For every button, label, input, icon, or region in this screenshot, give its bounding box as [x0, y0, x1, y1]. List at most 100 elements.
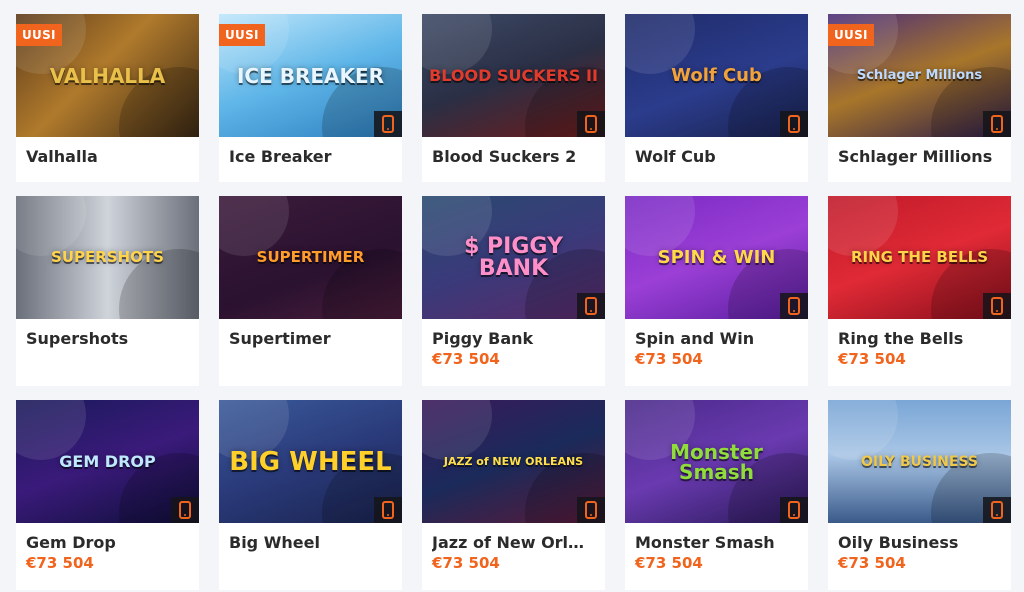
thumbnail-decoration [16, 400, 86, 460]
game-title[interactable]: Oily Business [838, 533, 1001, 552]
mobile-icon [780, 111, 808, 137]
grid-cell: SPIN & WIN Spin and Win €73 504 [625, 196, 808, 386]
game-thumbnail[interactable]: Wolf Cub [625, 14, 808, 137]
game-thumbnail[interactable]: RING THE BELLS [828, 196, 1011, 319]
game-thumbnail[interactable]: Schlager Millions UUSI [828, 14, 1011, 137]
thumbnail-decoration [828, 400, 898, 460]
game-logo: ICE BREAKER [236, 63, 385, 88]
game-card[interactable]: RING THE BELLS Ring the Bells €73 504 [828, 196, 1011, 386]
game-card[interactable]: GEM DROP Gem Drop €73 504 [16, 400, 199, 590]
grid-cell: Schlager Millions UUSI Schlager Millions [828, 14, 1011, 182]
game-thumbnail[interactable]: BIG WHEEL [219, 400, 402, 523]
game-logo: Monster Smash [670, 439, 763, 484]
game-info: Gem Drop €73 504 [16, 523, 199, 572]
game-card[interactable]: ICE BREAKER UUSI Ice Breaker [219, 14, 402, 182]
grid-cell: SUPERTIMER Supertimer [219, 196, 402, 386]
game-thumbnail[interactable]: $ PIGGY BANK [422, 196, 605, 319]
game-thumbnail[interactable]: BLOOD SUCKERS II [422, 14, 605, 137]
game-info: Ring the Bells €73 504 [828, 319, 1011, 368]
mobile-icon [780, 497, 808, 523]
jackpot-amount: €73 504 [635, 554, 703, 572]
game-card[interactable]: SPIN & WIN Spin and Win €73 504 [625, 196, 808, 386]
game-thumbnail[interactable]: SUPERTIMER [219, 196, 402, 319]
grid-cell: BLOOD SUCKERS II Blood Suckers 2 [422, 14, 605, 182]
game-info: Wolf Cub [625, 137, 808, 166]
game-title[interactable]: Piggy Bank [432, 329, 595, 348]
game-title[interactable]: Supershots [26, 329, 189, 348]
game-thumbnail[interactable]: SPIN & WIN [625, 196, 808, 319]
game-logo: BIG WHEEL [229, 446, 392, 477]
game-title[interactable]: Ring the Bells [838, 329, 1001, 348]
game-title[interactable]: Big Wheel [229, 533, 392, 552]
game-card[interactable]: SUPERTIMER Supertimer [219, 196, 402, 386]
game-title[interactable]: Spin and Win [635, 329, 798, 348]
thumbnail-decoration [828, 196, 898, 256]
thumbnail-decoration [422, 14, 492, 74]
game-title[interactable]: Blood Suckers 2 [432, 147, 595, 166]
grid-cell: Monster Smash Monster Smash €73 504 [625, 400, 808, 590]
game-card[interactable]: Schlager Millions UUSI Schlager Millions [828, 14, 1011, 182]
game-title[interactable]: Wolf Cub [635, 147, 798, 166]
game-info: Ice Breaker [219, 137, 402, 166]
game-logo: SUPERTIMER [256, 248, 365, 266]
game-title[interactable]: Jazz of New Orl… [432, 533, 595, 552]
grid-cell: Wolf Cub Wolf Cub [625, 14, 808, 182]
game-card[interactable]: BIG WHEEL Big Wheel [219, 400, 402, 590]
game-logo: JAZZ of NEW ORLEANS [443, 455, 584, 468]
game-logo: VALHALLA [49, 63, 166, 88]
mobile-icon [577, 497, 605, 523]
game-info: Blood Suckers 2 [422, 137, 605, 166]
jackpot-amount: €73 504 [432, 350, 500, 368]
game-thumbnail[interactable]: ICE BREAKER UUSI [219, 14, 402, 137]
mobile-icon [374, 497, 402, 523]
game-logo: Schlager Millions [856, 68, 983, 83]
game-grid: VALHALLA UUSI Valhalla ICE BREAKER UUSI Ice B… [16, 14, 1011, 590]
game-card[interactable]: VALHALLA UUSI Valhalla [16, 14, 199, 182]
jackpot-amount: €73 504 [432, 554, 500, 572]
game-card[interactable]: JAZZ of NEW ORLEANS Jazz of New Orl… €73 5… [422, 400, 605, 590]
game-card[interactable]: OILY BUSINESS Oily Business €73 504 [828, 400, 1011, 590]
game-info: Schlager Millions [828, 137, 1011, 166]
game-logo: GEM DROP [59, 451, 156, 471]
game-card[interactable]: $ PIGGY BANK Piggy Bank €73 504 [422, 196, 605, 386]
jackpot-amount: €73 504 [635, 350, 703, 368]
game-info: Jazz of New Orl… €73 504 [422, 523, 605, 572]
game-info: Supershots [16, 319, 199, 348]
game-card[interactable]: Monster Smash Monster Smash €73 504 [625, 400, 808, 590]
game-logo: SUPERSHOTS [51, 248, 164, 266]
game-logo: RING THE BELLS [850, 248, 989, 266]
game-title[interactable]: Supertimer [229, 329, 392, 348]
game-info: Big Wheel [219, 523, 402, 552]
mobile-icon [171, 497, 199, 523]
game-card[interactable]: Wolf Cub Wolf Cub [625, 14, 808, 182]
game-title[interactable]: Ice Breaker [229, 147, 392, 166]
mobile-icon [780, 293, 808, 319]
game-card[interactable]: BLOOD SUCKERS II Blood Suckers 2 [422, 14, 605, 182]
grid-cell: ICE BREAKER UUSI Ice Breaker [219, 14, 402, 182]
mobile-icon [374, 111, 402, 137]
thumbnail-decoration [422, 400, 492, 460]
game-title[interactable]: Monster Smash [635, 533, 798, 552]
game-thumbnail[interactable]: OILY BUSINESS [828, 400, 1011, 523]
new-badge: UUSI [828, 24, 874, 46]
mobile-icon [983, 497, 1011, 523]
thumbnail-decoration [219, 196, 289, 256]
grid-cell: SUPERSHOTS Supershots [16, 196, 199, 386]
game-thumbnail[interactable]: Monster Smash [625, 400, 808, 523]
mobile-icon [577, 111, 605, 137]
jackpot-amount: €73 504 [838, 554, 906, 572]
grid-cell: VALHALLA UUSI Valhalla [16, 14, 199, 182]
game-thumbnail[interactable]: SUPERSHOTS [16, 196, 199, 319]
grid-cell: RING THE BELLS Ring the Bells €73 504 [828, 196, 1011, 386]
game-title[interactable]: Gem Drop [26, 533, 189, 552]
game-logo: BLOOD SUCKERS II [429, 65, 598, 85]
game-title[interactable]: Schlager Millions [838, 147, 1001, 166]
game-thumbnail[interactable]: GEM DROP [16, 400, 199, 523]
game-thumbnail[interactable]: VALHALLA UUSI [16, 14, 199, 137]
game-card[interactable]: SUPERSHOTS Supershots [16, 196, 199, 386]
mobile-icon [983, 293, 1011, 319]
game-info: Piggy Bank €73 504 [422, 319, 605, 368]
game-title[interactable]: Valhalla [26, 147, 189, 166]
new-badge: UUSI [16, 24, 62, 46]
game-thumbnail[interactable]: JAZZ of NEW ORLEANS [422, 400, 605, 523]
